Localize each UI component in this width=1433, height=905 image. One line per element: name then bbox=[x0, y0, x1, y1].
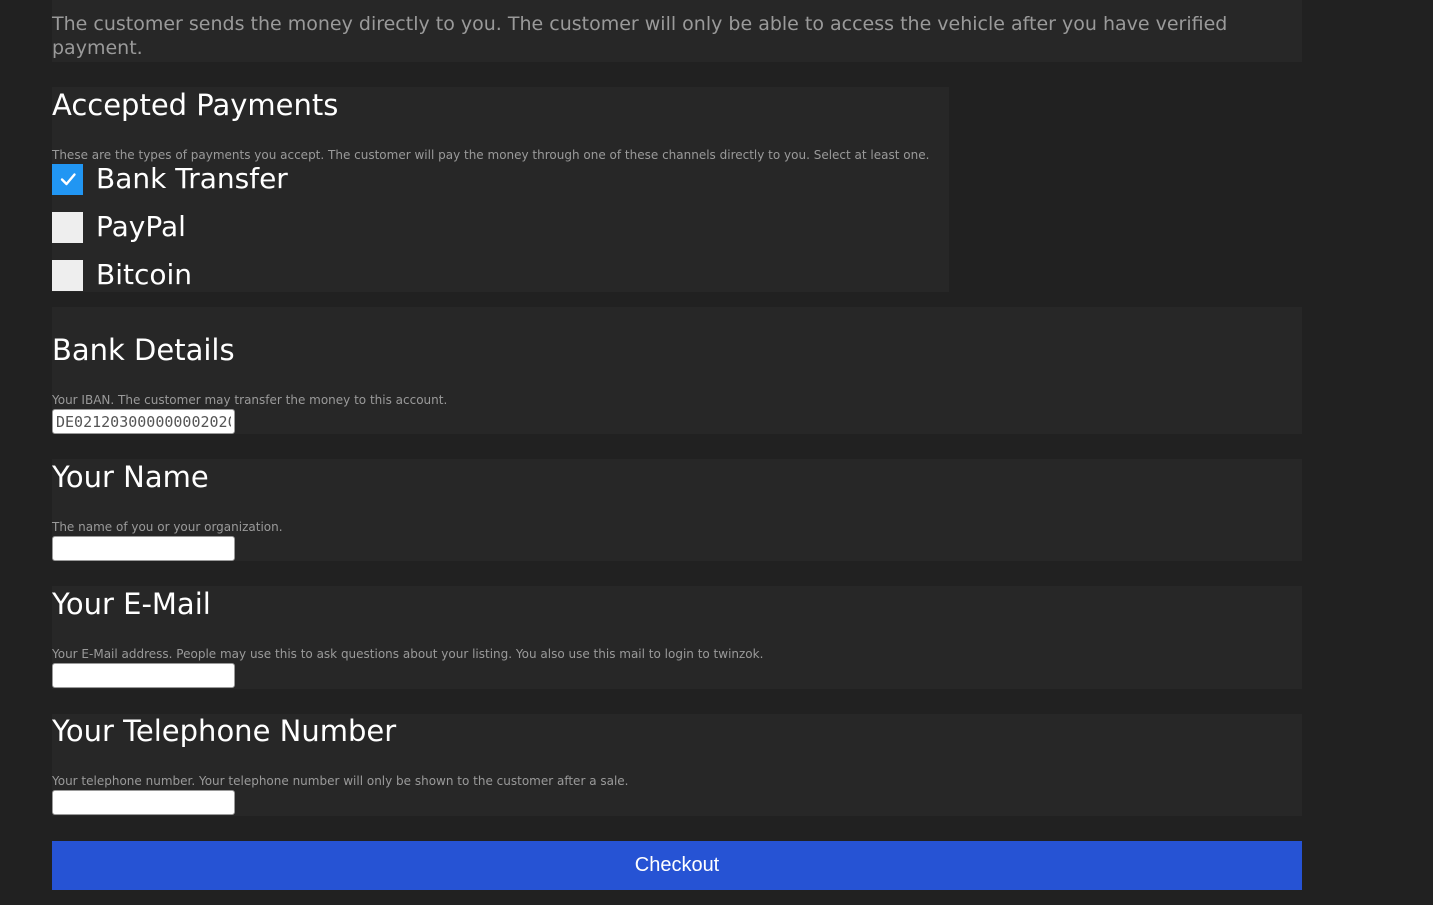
payment-option-bank-transfer[interactable]: Bank Transfer bbox=[52, 163, 288, 195]
your-email-section: Your E-Mail Your E-Mail address. People … bbox=[52, 586, 1302, 689]
payment-info-panel: The customer sends the money directly to… bbox=[52, 0, 1302, 62]
your-phone-title: Your Telephone Number bbox=[52, 714, 397, 748]
bank-details-section: Bank Details Your IBAN. The customer may… bbox=[52, 307, 1302, 434]
payment-option-bitcoin[interactable]: Bitcoin bbox=[52, 259, 192, 291]
bank-details-description: Your IBAN. The customer may transfer the… bbox=[52, 393, 448, 407]
iban-input[interactable] bbox=[52, 409, 235, 434]
payment-info-text: The customer sends the money directly to… bbox=[52, 13, 1228, 59]
bitcoin-checkbox[interactable] bbox=[52, 259, 83, 291]
bank-transfer-label: Bank Transfer bbox=[96, 162, 288, 195]
your-phone-section: Your Telephone Number Your telephone num… bbox=[52, 714, 1302, 816]
your-email-description: Your E-Mail address. People may use this… bbox=[52, 647, 764, 661]
your-phone-description: Your telephone number. Your telephone nu… bbox=[52, 774, 629, 788]
your-name-description: The name of you or your organization. bbox=[52, 520, 283, 534]
your-name-section: Your Name The name of you or your organi… bbox=[52, 459, 1302, 561]
accepted-payments-section: Accepted Payments These are the types of… bbox=[52, 87, 949, 292]
checkout-page: The customer sends the money directly to… bbox=[0, 0, 1433, 905]
check-icon bbox=[60, 173, 76, 186]
accepted-payments-title: Accepted Payments bbox=[52, 88, 339, 122]
payment-option-paypal[interactable]: PayPal bbox=[52, 211, 186, 243]
bank-transfer-checkbox[interactable] bbox=[52, 163, 83, 195]
bank-details-title: Bank Details bbox=[52, 333, 235, 367]
bitcoin-label: Bitcoin bbox=[96, 258, 193, 291]
your-name-title: Your Name bbox=[52, 460, 209, 494]
your-email-title: Your E-Mail bbox=[52, 587, 211, 621]
accepted-payments-description: These are the types of payments you acce… bbox=[52, 148, 930, 162]
email-input[interactable] bbox=[52, 663, 235, 688]
name-input[interactable] bbox=[52, 536, 235, 561]
paypal-label: PayPal bbox=[96, 210, 186, 243]
paypal-checkbox[interactable] bbox=[52, 211, 83, 243]
phone-input[interactable] bbox=[52, 790, 235, 815]
checkout-button[interactable]: Checkout bbox=[52, 841, 1302, 890]
